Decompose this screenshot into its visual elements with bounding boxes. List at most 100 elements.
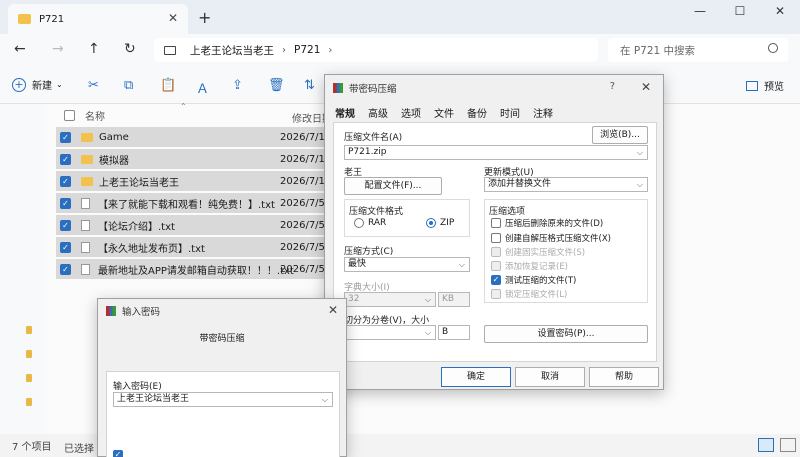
set-password-button[interactable]: 设置密码(P)... (484, 325, 648, 343)
row-checkbox[interactable]: ✓ (60, 175, 71, 187)
dictionary-unit-select[interactable]: KB (438, 292, 470, 307)
forward-button[interactable]: → (52, 41, 64, 57)
sfx-checkbox[interactable]: 创建自解压格式压缩文件(X) (491, 232, 611, 244)
row-checkbox[interactable]: ✓ (60, 241, 71, 253)
table-row[interactable]: ✓ 模拟器 2026/7/10 (56, 149, 331, 169)
row-checkbox[interactable]: ✓ (60, 131, 71, 143)
ok-button[interactable]: 确定 (441, 367, 511, 387)
folder-icon (81, 154, 93, 164)
row-checkbox[interactable]: ✓ (60, 153, 71, 165)
tab-time[interactable]: 时间 (500, 105, 520, 122)
breadcrumb-item[interactable]: P721 (294, 44, 320, 56)
row-checkbox[interactable]: ✓ (60, 219, 71, 231)
folder-icon (18, 14, 31, 24)
tab-close-icon[interactable]: ✕ (168, 11, 178, 25)
search-placeholder: 在 P721 中搜索 (620, 44, 696, 57)
close-icon[interactable]: ✕ (641, 80, 651, 94)
format-rar-radio[interactable]: RAR (354, 218, 386, 228)
tab-general[interactable]: 常规 (335, 105, 355, 122)
nav-folder-icon[interactable] (26, 398, 32, 406)
delete-after-checkbox[interactable]: 压缩后删除原来的文件(D) (491, 217, 603, 229)
split-size-input[interactable]: ⌵ (344, 325, 436, 340)
recovery-record-checkbox[interactable]: 添加恢复记录(E) (491, 260, 568, 272)
password-dialog-title: 输入密码 (122, 307, 161, 318)
details-view-button[interactable] (758, 438, 774, 452)
close-icon[interactable]: ✕ (328, 303, 338, 317)
table-row[interactable]: ✓ 上老王论坛当老王 2026/7/12 (56, 171, 331, 191)
nav-folder-icon[interactable] (26, 326, 32, 334)
solid-checkbox[interactable]: 创建固实压缩文件(S) (491, 246, 585, 258)
address-bar[interactable]: 上老王论坛当老王 › P721 › (154, 38, 598, 62)
file-name: Game (99, 131, 129, 143)
password-dialog-heading: 带密码压缩 (199, 334, 245, 344)
tab-p721[interactable]: P721 ✕ (8, 4, 188, 34)
tab-comment[interactable]: 注释 (533, 105, 553, 122)
file-name: 【来了就能下载和观看！纯免费！】.txt (98, 199, 275, 211)
close-window-button[interactable]: ✕ (760, 4, 800, 18)
archive-name-input[interactable]: P721.zip ⌵ (344, 145, 648, 160)
option-label: 压缩后删除原来的文件(D) (505, 219, 604, 229)
help-button[interactable]: 帮助 (589, 367, 659, 387)
table-row[interactable]: ✓ Game 2026/7/12 (56, 127, 331, 147)
up-button[interactable]: ↑ (88, 41, 100, 57)
row-checkbox[interactable]: ✓ (60, 197, 71, 209)
preview-button[interactable]: 预览 (746, 78, 784, 93)
rename-icon[interactable]: Ａ (196, 78, 209, 97)
password-dialog-titlebar[interactable]: 输入密码 (98, 299, 346, 323)
format-zip-radio[interactable]: ZIP (426, 218, 454, 228)
dictionary-size-select[interactable]: 32 ⌵ (344, 292, 436, 307)
tab-advanced[interactable]: 高级 (368, 105, 388, 122)
nav-folder-icon[interactable] (26, 374, 32, 382)
table-row[interactable]: ✓ 【来了就能下载和观看！纯免费！】.txt 2026/7/5 (56, 193, 325, 213)
lock-archive-checkbox[interactable]: 锁定压缩文件(L) (491, 288, 567, 300)
column-name[interactable]: 名称 (85, 108, 105, 123)
update-mode-select[interactable]: 添加并替换文件 ⌵ (484, 177, 648, 192)
tab-backup[interactable]: 备份 (467, 105, 487, 122)
tab-files[interactable]: 文件 (434, 105, 454, 122)
archive-dialog: 带密码压缩 ? ✕ 常规 高级 选项 文件 备份 时间 注释 压缩文件名(A) … (324, 74, 664, 390)
cut-icon[interactable]: ✂ (88, 78, 99, 93)
method-label: 压缩方式(C) (344, 247, 394, 257)
tiles-view-button[interactable] (780, 438, 796, 452)
row-checkbox[interactable]: ✓ (60, 263, 71, 275)
table-row[interactable]: ✓ 【论坛介绍】.txt 2026/7/5 (56, 215, 325, 235)
radio-indicator (354, 218, 364, 228)
chevron-down-icon: ⌵ (321, 395, 328, 404)
nav-folder-icon[interactable] (26, 350, 32, 358)
dictionary-unit-value: KB (442, 294, 455, 304)
share-icon[interactable]: ⇪ (232, 78, 243, 93)
checkbox-indicator (491, 261, 501, 271)
show-password-checkbox[interactable]: ✓ (113, 450, 127, 457)
paste-icon[interactable]: 📋 (160, 78, 176, 93)
select-all-checkbox[interactable] (64, 109, 75, 121)
password-dialog: 输入密码 ✕ 带密码压缩 输入密码(E) 上老王论坛当老王 ⌵ ✓ (97, 298, 347, 457)
table-row[interactable]: ✓ 最新地址及APP请发邮箱自动获取！！！.txt 2026/7/5 (56, 259, 325, 279)
help-icon[interactable]: ? (610, 81, 615, 92)
browse-button[interactable]: 浏览(B)... (592, 126, 648, 144)
back-button[interactable]: ← (14, 41, 26, 57)
table-row[interactable]: ✓ 【永久地址发布页】.txt 2026/7/5 (56, 237, 325, 257)
refresh-button[interactable]: ↻ (124, 41, 136, 57)
delete-icon[interactable]: 🗑 (268, 78, 285, 93)
breadcrumb-item[interactable]: 上老王论坛当老王 (190, 43, 274, 58)
cancel-button[interactable]: 取消 (515, 367, 585, 387)
tab-options[interactable]: 选项 (401, 105, 421, 122)
split-unit-select[interactable]: B (438, 325, 470, 340)
radio-indicator (426, 218, 436, 228)
method-value: 最快 (348, 259, 367, 269)
new-button[interactable]: + 新建 ⌄ (12, 77, 63, 92)
text-file-icon (81, 219, 90, 231)
search-icon (768, 43, 778, 53)
search-input[interactable]: 在 P721 中搜索 (608, 38, 788, 62)
maximize-button[interactable]: ☐ (720, 4, 760, 18)
password-input[interactable]: 上老王论坛当老王 ⌵ (113, 392, 333, 407)
method-select[interactable]: 最快 ⌵ (344, 257, 470, 272)
minimize-button[interactable]: — (680, 4, 720, 18)
copy-icon[interactable]: ⧉ (124, 78, 133, 93)
profile-button[interactable]: 配置文件(F)... (344, 177, 442, 195)
new-tab-button[interactable]: + (198, 8, 211, 27)
test-archive-checkbox[interactable]: ✓ 测试压缩的文件(T) (491, 274, 576, 286)
file-date: 2026/7/5 (280, 263, 325, 275)
navigation-pane (0, 104, 44, 434)
sort-icon[interactable]: ⇅ (304, 78, 315, 93)
